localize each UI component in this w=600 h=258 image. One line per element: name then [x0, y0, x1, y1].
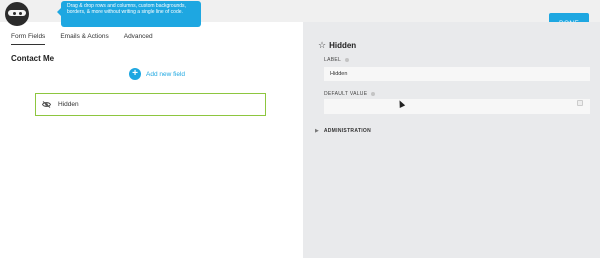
tab-emails-actions[interactable]: Emails & Actions [60, 33, 108, 45]
default-value-caption: DEFAULT VALUE [324, 91, 376, 97]
merge-tag-icon[interactable] [577, 100, 583, 106]
settings-heading: ☆ Hidden [318, 40, 357, 51]
tooltip: Drag & drop rows and columns, custom bac… [57, 1, 201, 27]
tab-bar: Form Fields Emails & Actions Advanced [11, 33, 168, 45]
field-item-label: Hidden [58, 101, 79, 108]
help-icon[interactable] [371, 92, 376, 96]
form-title: Contact Me [11, 54, 55, 63]
help-icon[interactable] [345, 58, 350, 62]
administration-label: ADMINISTRATION [323, 128, 372, 134]
label-caption: LABEL [324, 57, 350, 63]
add-new-field-label[interactable]: Add new field [146, 71, 185, 78]
default-value-input[interactable] [324, 99, 590, 114]
administration-section-toggle[interactable]: ▶ ADMINISTRATION [315, 128, 371, 134]
field-settings-panel: ☆ Hidden LABEL DEFAULT VALUE ▶ ADMINISTR… [303, 22, 600, 258]
plus-circle-icon[interactable]: + [129, 68, 141, 80]
form-builder-panel: Form Fields Emails & Actions Advanced Co… [0, 22, 303, 258]
label-caption-text: LABEL [324, 57, 342, 63]
default-value-caption-text: DEFAULT VALUE [324, 91, 368, 97]
eye-slash-icon [42, 101, 51, 108]
settings-title: Hidden [329, 41, 357, 50]
add-new-field-button[interactable]: + Add new field [129, 68, 185, 80]
ninja-logo-icon[interactable] [5, 2, 29, 26]
tab-form-fields[interactable]: Form Fields [11, 33, 46, 45]
tooltip-text: Drag & drop rows and columns, custom bac… [67, 3, 186, 16]
tab-advanced[interactable]: Advanced [124, 33, 153, 45]
caret-right-icon: ▶ [315, 128, 319, 134]
label-input[interactable] [324, 67, 590, 81]
star-icon: ☆ [318, 40, 327, 50]
field-item-hidden[interactable]: Hidden [35, 93, 266, 116]
